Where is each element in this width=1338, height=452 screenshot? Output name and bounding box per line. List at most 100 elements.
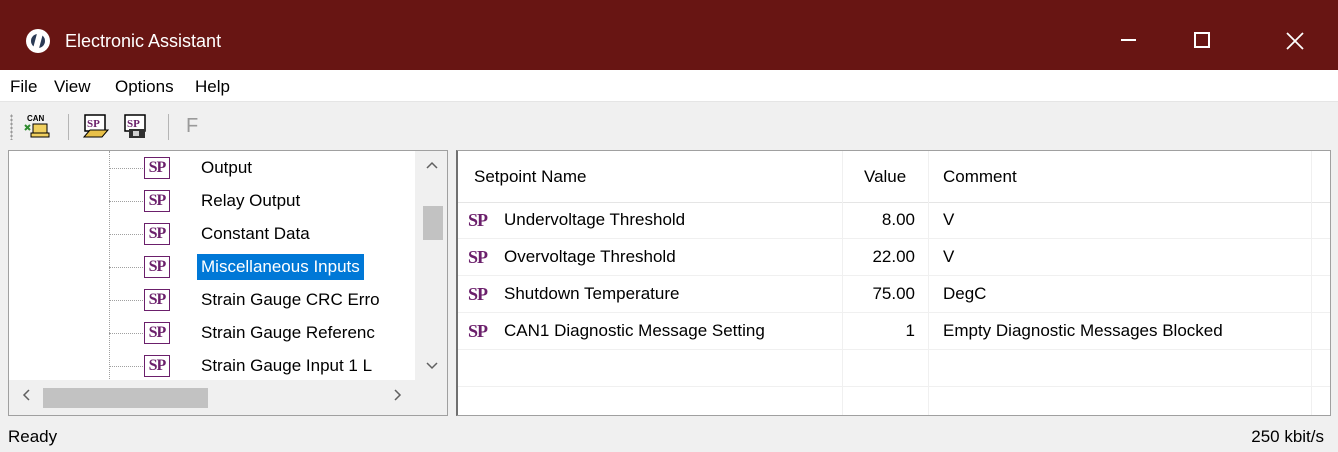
table-row[interactable]: SP Undervoltage Threshold 8.00 V xyxy=(458,203,1330,239)
scroll-thumb[interactable] xyxy=(423,206,443,240)
setpoint-value: 22.00 xyxy=(872,247,915,266)
chevron-down-icon xyxy=(426,362,438,370)
setpoint-name: Overvoltage Threshold xyxy=(504,247,676,266)
chevron-up-icon xyxy=(426,161,438,169)
column-header-name[interactable]: Setpoint Name xyxy=(474,164,586,190)
tree-item-label: Constant Data xyxy=(201,224,310,243)
setpoint-name: Undervoltage Threshold xyxy=(504,210,686,229)
setpoint-icon: SP xyxy=(144,223,170,245)
setpoint-value: 8.00 xyxy=(881,210,915,229)
setpoint-name: Shutdown Temperature xyxy=(504,284,680,303)
setpoint-comment: DegC xyxy=(943,284,987,303)
tree-item-label: Strain Gauge Input 1 L xyxy=(201,356,373,375)
column-header-comment[interactable]: Comment xyxy=(943,164,1017,190)
open-sp-text: SP xyxy=(87,118,100,130)
setpoint-open-icon: SP xyxy=(82,114,110,138)
setpoint-icon: SP xyxy=(144,289,170,311)
can-connect-icon: CAN xyxy=(24,114,50,138)
can-connect-button[interactable]: CAN xyxy=(22,112,50,140)
column-header-value[interactable]: Value xyxy=(864,164,906,190)
chevron-right-icon xyxy=(394,389,402,401)
scroll-left-button[interactable] xyxy=(9,380,43,415)
setpoint-value: 1 xyxy=(905,321,915,340)
status-bar: Ready 250 kbit/s xyxy=(0,420,1338,452)
empty-row xyxy=(458,388,1330,415)
scroll-down-button[interactable] xyxy=(415,352,447,380)
tree-item[interactable]: SP Output xyxy=(109,153,439,183)
app-logo-icon[interactable] xyxy=(26,29,50,53)
setpoint-icon: SP xyxy=(468,247,488,267)
tree-item-label: Miscellaneous Inputs xyxy=(197,254,364,280)
setpoint-comment: V xyxy=(943,210,955,229)
minimize-button[interactable] xyxy=(1108,18,1148,62)
window-title: Electronic Assistant xyxy=(65,31,222,51)
tree-connector-line xyxy=(109,267,143,268)
menu-help[interactable]: Help xyxy=(195,76,230,98)
save-setpoints-button[interactable]: SP xyxy=(122,112,150,140)
scroll-right-button[interactable] xyxy=(381,380,415,415)
empty-row xyxy=(458,351,1330,387)
menu-options[interactable]: Options xyxy=(115,76,174,98)
menu-file[interactable]: File xyxy=(10,76,37,98)
save-sp-text: SP xyxy=(127,118,140,130)
main-window: Electronic Assistant File View Options H… xyxy=(0,0,1338,452)
list-header: Setpoint Name Value Comment xyxy=(458,151,1330,203)
baud-rate-indicator: 250 kbit/s xyxy=(1251,427,1324,446)
maximize-button[interactable] xyxy=(1182,18,1222,62)
toolbar-separator xyxy=(68,114,69,140)
tree-item-label: Strain Gauge Referenc xyxy=(201,323,375,342)
setpoint-icon: SP xyxy=(144,157,170,179)
setpoint-icon: SP xyxy=(144,190,170,212)
setpoint-icon: SP xyxy=(144,256,170,278)
table-row[interactable]: SP Shutdown Temperature 75.00 DegC xyxy=(458,277,1330,313)
tree-item[interactable]: SP Strain Gauge CRC Erro xyxy=(109,285,439,315)
menu-bar: File View Options Help xyxy=(0,70,1338,102)
setpoint-group-tree[interactable]: SP Output SP Relay Output SP Constant Data SP M… xyxy=(8,150,448,416)
table-row[interactable]: SP Overvoltage Threshold 22.00 V xyxy=(458,240,1330,276)
scroll-corner xyxy=(415,380,447,415)
close-button[interactable] xyxy=(1275,18,1315,62)
setpoint-icon: SP xyxy=(144,322,170,344)
open-setpoints-button[interactable]: SP xyxy=(82,112,110,140)
setpoint-value: 75.00 xyxy=(872,284,915,303)
tree-connector-line xyxy=(109,333,143,334)
status-text: Ready xyxy=(8,427,58,446)
tree-item[interactable]: SP Constant Data xyxy=(109,219,439,249)
tree-connector-line xyxy=(109,201,143,202)
tree-item-label: Output xyxy=(201,158,253,177)
setpoint-comment: V xyxy=(943,247,955,266)
tree-vertical-scrollbar[interactable] xyxy=(415,151,447,380)
tree-item[interactable]: SP Strain Gauge Input 1 L xyxy=(109,351,439,381)
toolbar-grip[interactable] xyxy=(10,114,13,140)
setpoint-save-icon: SP xyxy=(124,114,146,138)
table-row[interactable]: SP CAN1 Diagnostic Message Setting 1 Empty … xyxy=(458,314,1330,350)
pane-splitter[interactable] xyxy=(448,150,456,416)
setpoint-name: CAN1 Diagnostic Message Setting xyxy=(504,321,765,340)
scroll-thumb[interactable] xyxy=(43,388,208,408)
tree-item[interactable]: SP Strain Gauge Referenc xyxy=(109,318,439,348)
can-icon-text: CAN xyxy=(27,114,45,123)
setpoint-icon: SP xyxy=(468,210,488,230)
menu-view[interactable]: View xyxy=(54,76,91,98)
maximize-icon xyxy=(1194,32,1210,48)
toolbar: CAN SP SP F xyxy=(0,102,1338,150)
setpoint-icon: SP xyxy=(144,355,170,377)
tree-item[interactable]: SP Relay Output xyxy=(109,186,439,216)
tree-item[interactable]: SP Miscellaneous Inputs xyxy=(109,252,439,282)
setpoint-icon: SP xyxy=(468,284,488,304)
flash-button[interactable]: F xyxy=(186,114,198,138)
tree-horizontal-scrollbar[interactable] xyxy=(9,380,415,415)
tree-connector-line xyxy=(109,234,143,235)
tree-connector-line xyxy=(109,300,143,301)
tree-item-label: Strain Gauge CRC Erro xyxy=(201,290,380,309)
setpoint-comment: Empty Diagnostic Messages Blocked xyxy=(943,321,1223,340)
close-icon xyxy=(1286,32,1304,50)
toolbar-separator xyxy=(168,114,169,140)
minimize-icon xyxy=(1121,39,1136,41)
chevron-left-icon xyxy=(22,389,30,401)
scroll-up-button[interactable] xyxy=(415,151,447,179)
title-bar[interactable]: Electronic Assistant xyxy=(0,0,1338,70)
setpoint-list[interactable]: Setpoint Name Value Comment SP Undervolta… xyxy=(456,150,1331,416)
tree-connector-line xyxy=(109,168,143,169)
setpoint-icon: SP xyxy=(468,321,488,341)
